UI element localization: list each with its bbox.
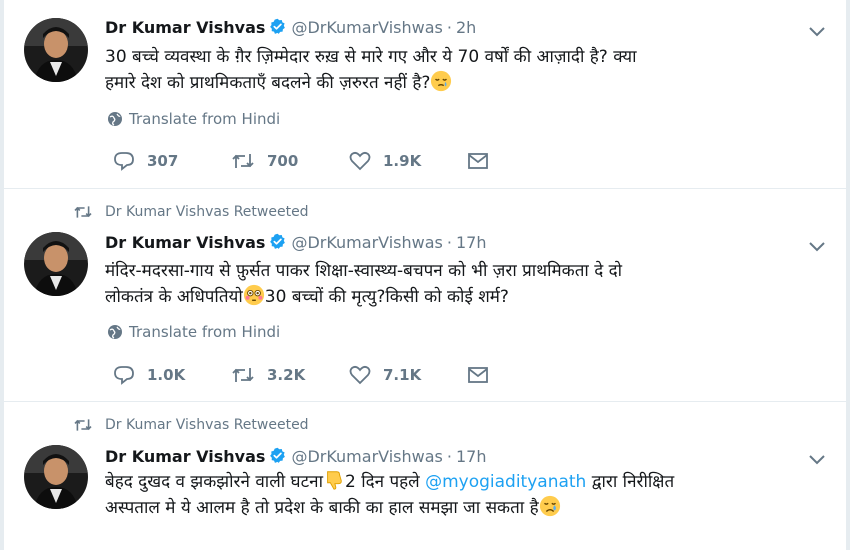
retweet-context-label[interactable]: Dr Kumar Vishvas Retweeted	[105, 417, 309, 433]
retweet-icon	[74, 206, 92, 218]
envelope-icon	[468, 367, 488, 383]
timestamp[interactable]: 2h	[456, 18, 476, 37]
translate-link[interactable]: Translate from Hindi	[107, 110, 280, 128]
avatar[interactable]	[24, 445, 88, 509]
tweet[interactable]: Dr Kumar Vishvas Retweeted Dr Kumar Vish…	[4, 402, 846, 550]
tweet-text-line: बेहद दुखद व झकझोरने वाली घटना	[105, 472, 323, 492]
like-button[interactable]: 7.1K	[349, 365, 467, 385]
tweet[interactable]: Dr Kumar Vishvas Retweeted Dr Kumar Vish…	[4, 189, 846, 402]
like-button[interactable]: 1.9K	[349, 151, 467, 171]
retweet-icon	[232, 368, 254, 382]
heart-icon	[349, 365, 371, 385]
chevron-down-icon[interactable]	[808, 25, 826, 37]
tweet-text-line: द्वारा निरीक्षित	[586, 472, 675, 492]
tweet-text-line: मंदिर-मदरसा-गाय से फ़ुर्सत पाकर शिक्षा-स…	[105, 261, 623, 281]
direct-message-button[interactable]	[467, 366, 585, 384]
display-name[interactable]: Dr Kumar Vishvas	[105, 233, 265, 252]
tweet-text-line: लोकतंत्र के अधिपतियो	[105, 287, 243, 307]
retweet-context: Dr Kumar Vishvas Retweeted	[73, 204, 309, 220]
handle[interactable]: @DrKumarVishwas	[291, 233, 442, 252]
like-count: 7.1K	[383, 366, 422, 384]
mention-link[interactable]: @myogiadityanath	[425, 472, 586, 492]
verified-badge-icon	[270, 447, 286, 463]
tweet-text-line: 30 बच्चों की मृत्यु?किसी को कोई शर्म?	[264, 287, 509, 307]
chevron-down-icon[interactable]	[808, 453, 826, 465]
thumbs-down-icon	[327, 471, 342, 490]
separator-dot: ·	[446, 233, 452, 252]
tweet-text: बेहद दुखद व झकझोरने वाली घटना 2 दिन पहले …	[105, 469, 805, 521]
tweet-text-line: 30 बच्चे व्यवस्था के ग़ैर ज़िम्मेदार रुख…	[105, 47, 637, 67]
retweet-button[interactable]: 3.2K	[231, 365, 349, 385]
flushed-face-icon	[243, 284, 264, 306]
translate-link[interactable]: Translate from Hindi	[107, 323, 280, 341]
tweet-actions: 307 700 1.9K	[113, 151, 585, 171]
reply-count: 1.0K	[147, 366, 186, 384]
timestamp[interactable]: 17h	[456, 233, 487, 252]
retweet-icon	[74, 419, 92, 431]
retweet-icon	[232, 154, 254, 168]
reply-count: 307	[147, 152, 179, 170]
retweet-context-label[interactable]: Dr Kumar Vishvas Retweeted	[105, 204, 309, 220]
translate-label: Translate from Hindi	[129, 110, 281, 128]
tweet[interactable]: Dr Kumar Vishvas @DrKumarVishwas · 2h 30…	[4, 0, 846, 189]
tweet-header: Dr Kumar Vishvas @DrKumarVishwas · 17h	[105, 231, 486, 252]
retweet-count: 700	[267, 152, 299, 170]
tweet-header: Dr Kumar Vishvas @DrKumarVishwas · 17h	[105, 445, 486, 466]
tweet-actions: 1.0K 3.2K 7.1K	[113, 365, 585, 385]
reply-icon	[114, 366, 134, 385]
reply-icon	[114, 152, 134, 171]
like-count: 1.9K	[383, 152, 422, 170]
tweet-text-line: अस्पताल मे ये आलम है तो प्रदेश के बाकी क…	[105, 498, 539, 518]
separator-dot: ·	[446, 447, 452, 466]
direct-message-button[interactable]	[467, 152, 585, 170]
tweet-text: मंदिर-मदरसा-गाय से फ़ुर्सत पाकर शिक्षा-स…	[105, 258, 805, 310]
avatar[interactable]	[24, 18, 88, 82]
avatar[interactable]	[24, 232, 88, 296]
tweet-text-line: 2 दिन पहले	[344, 472, 426, 492]
reply-button[interactable]: 307	[113, 151, 231, 171]
display-name[interactable]: Dr Kumar Vishvas	[105, 18, 265, 37]
tweet-text: 30 बच्चे व्यवस्था के ग़ैर ज़िम्मेदार रुख…	[105, 44, 805, 96]
timestamp[interactable]: 17h	[456, 447, 487, 466]
globe-icon	[108, 325, 122, 339]
retweet-button[interactable]: 700	[231, 151, 349, 171]
reply-button[interactable]: 1.0K	[113, 365, 231, 385]
retweet-context: Dr Kumar Vishvas Retweeted	[73, 417, 309, 433]
tweet-text-line: हमारे देश को प्राथमिकताएँ बदलने की ज़रुर…	[105, 73, 431, 93]
heart-icon	[349, 151, 371, 171]
display-name[interactable]: Dr Kumar Vishvas	[105, 447, 265, 466]
chevron-down-icon[interactable]	[808, 240, 826, 252]
verified-badge-icon	[270, 233, 286, 249]
translate-label: Translate from Hindi	[129, 323, 281, 341]
envelope-icon	[468, 153, 488, 169]
timeline: Dr Kumar Vishvas @DrKumarVishwas · 2h 30…	[4, 0, 846, 550]
crying-face-icon	[539, 495, 560, 517]
sleepy-face-icon	[431, 70, 452, 92]
handle[interactable]: @DrKumarVishwas	[291, 447, 442, 466]
verified-badge-icon	[270, 18, 286, 34]
tweet-header: Dr Kumar Vishvas @DrKumarVishwas · 2h	[105, 16, 476, 37]
handle[interactable]: @DrKumarVishwas	[291, 18, 442, 37]
globe-icon	[108, 112, 122, 126]
separator-dot: ·	[446, 18, 452, 37]
retweet-count: 3.2K	[267, 366, 306, 384]
